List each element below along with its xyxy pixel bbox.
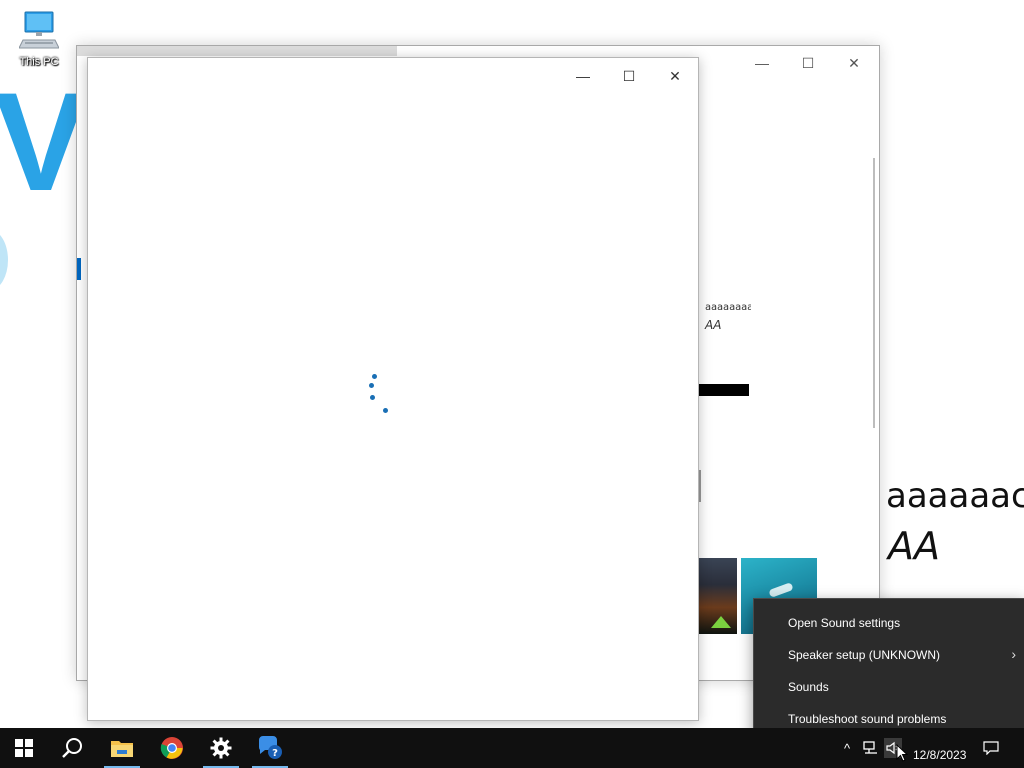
diver-graphic [768, 582, 794, 598]
minimize-button[interactable]: — [739, 52, 785, 74]
chevron-up-icon: ^ [843, 740, 851, 756]
maximize-icon: ☐ [622, 67, 636, 84]
clock-date[interactable]: 12/8/2023 [913, 748, 966, 762]
menu-item-speaker-setup[interactable]: Speaker setup (UNKNOWN) › [754, 639, 1024, 671]
wallpaper-text-lower: aaaaaac [886, 476, 1024, 516]
window-tab-strip [77, 46, 397, 56]
settings-button[interactable] [197, 728, 245, 768]
network-icon [863, 741, 877, 754]
font-preview-upper: AA [705, 318, 722, 332]
folder-icon [111, 741, 133, 757]
wallpaper-letter-v: V [0, 63, 87, 220]
tent-graphic [711, 616, 731, 628]
menu-item-label: Speaker setup (UNKNOWN) [788, 648, 941, 662]
color-swatch[interactable] [697, 384, 749, 396]
close-icon: ✕ [848, 54, 860, 71]
sound-context-menu[interactable]: Open Sound settings Speaker setup (UNKNO… [753, 598, 1024, 746]
windows-icon [15, 739, 33, 757]
gear-icon [210, 737, 232, 759]
desktop-icon-this-pc[interactable]: This PC [14, 10, 64, 68]
network-button[interactable] [860, 738, 882, 758]
menu-item-sounds[interactable]: Sounds [754, 671, 1024, 703]
close-icon: ✕ [669, 67, 681, 84]
file-explorer-button[interactable] [98, 728, 146, 768]
chevron-right-icon: › [1011, 646, 1016, 662]
close-button[interactable]: ✕ [831, 52, 877, 74]
font-preview-lower: aaaaaaaaaa [705, 302, 751, 313]
notification-icon [983, 741, 999, 755]
minimize-button[interactable]: — [560, 62, 606, 90]
maximize-button[interactable]: ☐ [606, 62, 652, 90]
minimize-icon: — [576, 68, 590, 84]
show-hidden-icons-button[interactable]: ^ [838, 738, 856, 758]
wallpaper-text-upper: AA [888, 524, 940, 568]
action-center-button[interactable] [980, 738, 1002, 758]
menu-item-label: Sounds [788, 680, 829, 694]
divider [699, 470, 701, 502]
scrollbar[interactable] [873, 158, 875, 428]
desktop-icon-label: This PC [19, 56, 59, 68]
menu-item-label: Open Sound settings [788, 616, 901, 630]
wallpaper-shape [0, 230, 8, 290]
taskbar: ? ^ 12/8/2023 [0, 728, 1024, 768]
menu-item-label: Troubleshoot sound problems [788, 712, 947, 726]
maximize-button[interactable]: ☐ [785, 52, 831, 74]
search-button[interactable] [48, 728, 96, 768]
spinner-dot [383, 408, 388, 413]
computer-icon [18, 10, 60, 52]
menu-item-open-sound-settings[interactable]: Open Sound settings [754, 607, 1024, 639]
search-icon [62, 738, 82, 758]
mouse-cursor-icon [896, 743, 909, 765]
loading-window[interactable]: — ☐ ✕ [87, 57, 699, 721]
help-icon: ? [258, 736, 282, 759]
chrome-icon [160, 737, 183, 759]
maximize-icon: ☐ [801, 54, 815, 71]
spinner-dot [369, 383, 374, 388]
nav-selection-indicator [77, 258, 81, 280]
start-button[interactable] [0, 728, 48, 768]
minimize-icon: — [755, 55, 769, 71]
spinner-dot [372, 374, 377, 379]
close-button[interactable]: ✕ [652, 62, 698, 90]
svg-text:?: ? [272, 748, 278, 759]
spinner-dot [370, 395, 375, 400]
get-help-button[interactable]: ? [246, 728, 294, 768]
chrome-button[interactable] [148, 728, 196, 768]
background-thumbnail-night[interactable] [697, 558, 737, 634]
